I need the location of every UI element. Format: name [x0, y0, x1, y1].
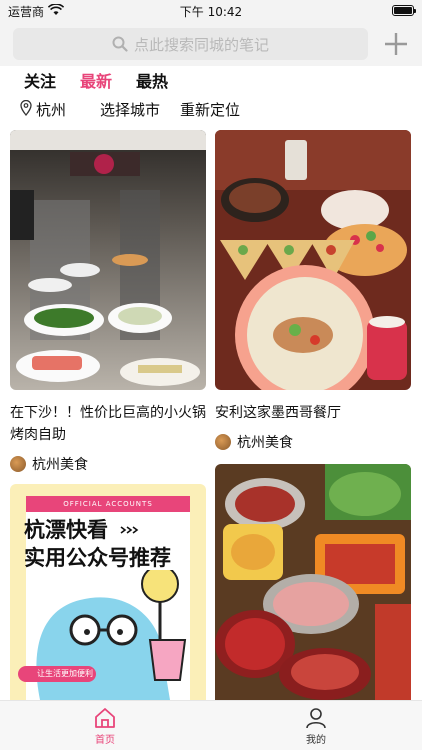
- card-image: [215, 464, 411, 700]
- relocate-button[interactable]: 重新定位: [180, 99, 240, 120]
- poster-title-2: 实用公众号推荐: [24, 546, 171, 570]
- choose-city-button[interactable]: 选择城市: [100, 99, 160, 120]
- card-author[interactable]: 杭州美食: [10, 454, 88, 474]
- card-title[interactable]: 在下沙！！性价比巨高的小火锅烤肉自助: [10, 402, 206, 446]
- plus-icon[interactable]: [382, 30, 410, 58]
- poster-header: OFFICIAL ACCOUNTS: [26, 496, 190, 512]
- card-image: [215, 130, 411, 390]
- tab-following[interactable]: 关注: [24, 68, 56, 92]
- bottom-nav: 首页 我的: [0, 700, 422, 750]
- nav-home-label: 首页: [95, 735, 115, 746]
- avatar: [10, 456, 26, 472]
- nav-home[interactable]: 首页: [75, 707, 135, 746]
- avatar: [215, 434, 231, 450]
- search-bar: 点此搜索同城的笔记: [0, 22, 422, 66]
- card-title[interactable]: 安利这家墨西哥餐厅: [215, 402, 411, 424]
- search-icon: [112, 36, 128, 52]
- mascot-illustration: [18, 570, 187, 700]
- nav-me-label: 我的: [306, 735, 326, 746]
- feed-card-3[interactable]: OFFICIAL ACCOUNTS 杭漂快看 实用公众号推荐 让生活更加便利: [10, 484, 206, 700]
- status-bar: 运营商 下午 10:42: [0, 0, 422, 22]
- tab-hottest[interactable]: 最热: [136, 68, 168, 92]
- feed-tabs: 关注 最新 最热: [0, 66, 422, 92]
- tab-latest[interactable]: 最新: [80, 68, 112, 92]
- poster-title-1: 杭漂快看: [24, 518, 108, 542]
- feed-card-4[interactable]: [215, 464, 411, 700]
- clock: 下午 10:42: [179, 5, 243, 19]
- nav-me[interactable]: 我的: [286, 707, 346, 746]
- search-input[interactable]: 点此搜索同城的笔记: [13, 28, 368, 60]
- current-city: 杭州: [36, 101, 67, 119]
- battery-icon: [392, 5, 416, 16]
- card-author[interactable]: 杭州美食: [215, 432, 293, 452]
- search-placeholder: 点此搜索同城的笔记: [133, 35, 269, 54]
- home-icon: [95, 708, 115, 728]
- location-pin-icon: [20, 100, 32, 116]
- person-icon: [306, 708, 326, 729]
- card-image: [10, 130, 206, 390]
- arrows-icon: [120, 526, 139, 534]
- feed-card-2[interactable]: [215, 130, 411, 390]
- location-row: 杭州 选择城市 重新定位: [0, 92, 422, 124]
- author-name: 杭州美食: [32, 457, 88, 473]
- feed-card-1[interactable]: [10, 130, 206, 390]
- author-name: 杭州美食: [237, 435, 293, 451]
- poster-tag: 让生活更加便利: [37, 669, 93, 678]
